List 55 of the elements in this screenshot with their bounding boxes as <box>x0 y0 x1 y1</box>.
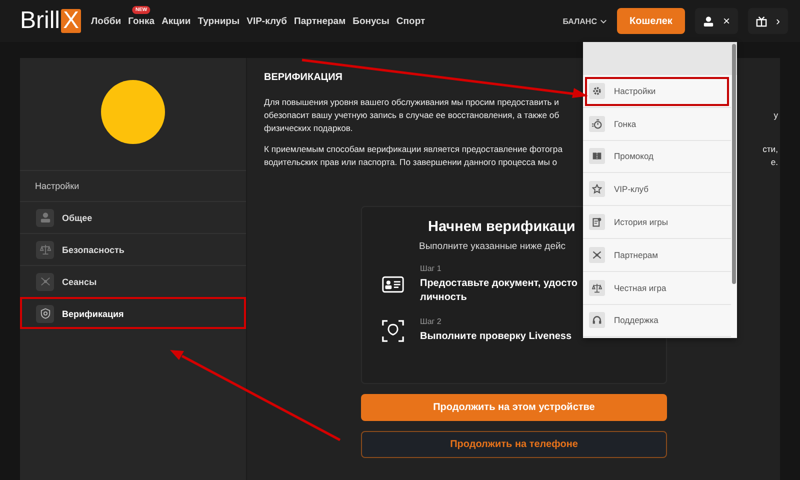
document-icon <box>592 217 602 228</box>
card-title: Начнем верификаци <box>428 219 576 235</box>
paragraph-text: сти, <box>762 143 778 156</box>
continue-on-phone-button[interactable]: Продолжить на телефоне <box>361 431 667 458</box>
paragraph-text: водительских прав или паспорта. По завершении данного процесса мы о <box>264 156 558 169</box>
paragraph-text: обезопасит вашу учетную запись в случае ее восстановления, а также об <box>264 109 560 122</box>
paragraph-text: К приемлемым способам верификации является предоставление фотогра <box>264 143 562 156</box>
gift-icon <box>756 16 767 26</box>
paragraph-text: у <box>774 109 778 122</box>
nav-link[interactable]: Бонусы <box>352 16 390 26</box>
scales-icon <box>592 282 602 293</box>
sidebar-heading: Настройки <box>20 170 246 201</box>
menu-item[interactable]: Настройки <box>583 75 731 108</box>
nav-link[interactable]: Акции <box>162 16 191 26</box>
sidebar-item[interactable]: Общее <box>20 201 246 233</box>
paragraph-text: Для повышения уровня вашего обслуживания мы просим предоставить и <box>264 96 559 109</box>
paragraph-text: физических подарков. <box>264 122 353 135</box>
account-toggle-button[interactable]: × <box>694 8 738 34</box>
shield-icon <box>40 308 50 319</box>
menu-item[interactable]: Гонка <box>583 108 731 141</box>
step-text: Выполните проверку Liveness <box>420 330 572 344</box>
nav-link[interactable]: Спорт <box>396 16 426 26</box>
nav-link[interactable]: Лобби <box>91 16 122 26</box>
menu-item[interactable]: Партнерам <box>583 238 731 272</box>
nav-link[interactable]: VIP-клуб <box>246 16 288 26</box>
brand-logo[interactable]: Brill X <box>20 7 82 35</box>
step-text: Предоставьте документ, удосто <box>420 277 578 291</box>
gear-icon <box>592 86 602 96</box>
user-icon <box>40 212 50 223</box>
coupon-icon <box>592 151 602 162</box>
star-icon <box>592 184 602 194</box>
user-icon <box>702 16 714 26</box>
chevron-down-icon <box>600 18 607 24</box>
menu-item[interactable]: Промокод <box>583 140 731 174</box>
headset-icon <box>592 315 602 326</box>
menu-item[interactable]: Честная игра <box>583 272 731 305</box>
scales-icon <box>40 244 50 255</box>
step-text: личность <box>420 291 467 305</box>
sidebar-item[interactable]: Безопасность <box>20 233 246 265</box>
balance-dropdown[interactable]: БАЛАНС <box>562 16 607 26</box>
id-card-icon <box>382 276 404 293</box>
gifts-toggle-button[interactable]: › <box>748 8 788 34</box>
menu-item[interactable]: История игры <box>583 206 731 239</box>
step-label: Шаг 1 <box>420 264 442 273</box>
face-scan-icon <box>382 320 404 342</box>
paragraph-text: е. <box>770 156 778 169</box>
nav-link[interactable]: Турниры <box>198 16 240 26</box>
stopwatch-icon <box>592 118 602 129</box>
step-label: Шаг 2 <box>420 317 442 326</box>
card-subtitle: Выполните указанные ниже дейс <box>419 241 566 252</box>
menu-item[interactable]: VIP-клуб <box>583 173 731 206</box>
page-title: ВЕРИФИКАЦИЯ <box>264 72 344 83</box>
sidebar-item[interactable]: Верификация <box>20 297 246 329</box>
menu-item[interactable]: Поддержка <box>583 304 731 338</box>
nav-link[interactable]: Партнерам <box>294 16 346 26</box>
